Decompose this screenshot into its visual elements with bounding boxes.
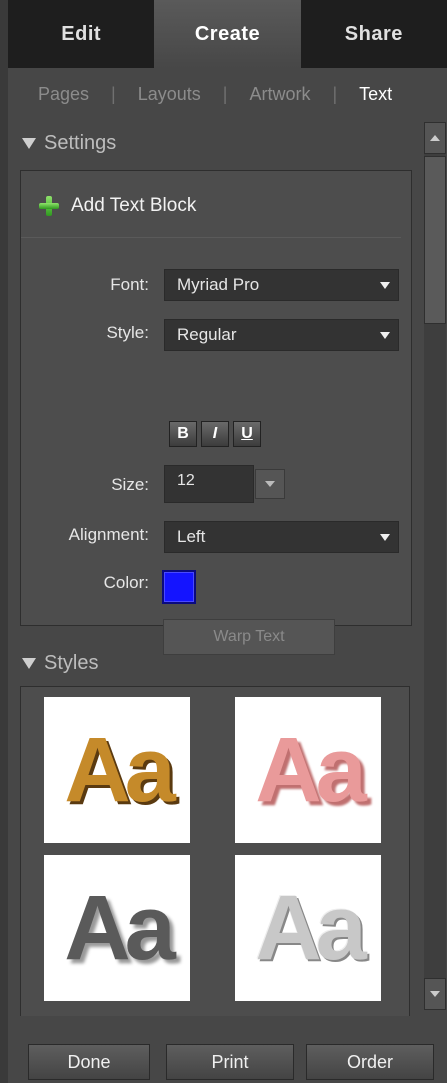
tab-share[interactable]: Share xyxy=(301,0,447,68)
scroll-down-button[interactable] xyxy=(424,978,446,1010)
bottom-bar: Done Print Order xyxy=(8,1016,447,1083)
font-dropdown[interactable]: Myriad Pro xyxy=(164,269,399,301)
settings-panel: Add Text Block Font: Myriad Pro Style: R… xyxy=(20,170,412,655)
top-tab-bar: Edit Create Share xyxy=(8,0,447,68)
order-button[interactable]: Order xyxy=(306,1044,434,1080)
warp-text-button[interactable]: Warp Text xyxy=(163,619,335,655)
main-panel: Settings Add Text Block Font: Myriad Pro… xyxy=(8,120,447,1083)
style-thumbnail-pink[interactable]: Aa xyxy=(235,697,381,843)
underline-button[interactable]: U xyxy=(233,421,261,447)
scrollbar-thumb[interactable] xyxy=(424,156,446,324)
add-text-block-button[interactable]: Add Text Block xyxy=(39,195,196,217)
subtab-separator: | xyxy=(222,83,228,104)
settings-header-label: Settings xyxy=(44,132,117,154)
plus-icon xyxy=(39,196,59,216)
italic-button[interactable]: I xyxy=(201,421,229,447)
style-value: Regular xyxy=(177,325,237,344)
subtab-text[interactable]: Text xyxy=(359,84,392,105)
chevron-down-icon xyxy=(265,481,275,487)
size-dropdown-button[interactable] xyxy=(255,469,285,499)
size-input[interactable]: 12 xyxy=(164,465,254,503)
style-thumbnail-leopard[interactable]: Aa xyxy=(44,697,190,843)
font-label: Font: xyxy=(110,275,149,294)
style-sample-text: Aa xyxy=(64,719,176,821)
style-sample-text: Aa xyxy=(255,877,367,979)
subtab-separator: | xyxy=(332,83,338,104)
collapse-triangle-icon xyxy=(22,658,36,669)
settings-header[interactable]: Settings xyxy=(22,132,116,155)
color-swatch[interactable] xyxy=(162,570,196,604)
style-thumbnail-chrome[interactable]: Aa xyxy=(235,855,381,1001)
chevron-down-icon xyxy=(372,522,398,552)
styles-header-label: Styles xyxy=(44,652,99,674)
style-sample-text: Aa xyxy=(64,877,176,979)
subtab-separator: | xyxy=(111,83,116,104)
arrow-up-icon xyxy=(430,135,440,141)
collapse-triangle-icon xyxy=(22,138,36,149)
done-button[interactable]: Done xyxy=(28,1044,150,1080)
add-text-block-label: Add Text Block xyxy=(71,195,197,216)
font-value: Myriad Pro xyxy=(177,275,260,294)
arrow-down-icon xyxy=(430,991,440,997)
subtab-layouts[interactable]: Layouts xyxy=(138,84,201,105)
scroll-up-button[interactable] xyxy=(424,122,446,154)
alignment-value: Left xyxy=(177,527,206,546)
bold-button[interactable]: B xyxy=(169,421,197,447)
subtab-artwork[interactable]: Artwork xyxy=(249,84,310,105)
style-dropdown[interactable]: Regular xyxy=(164,319,399,351)
alignment-dropdown[interactable]: Left xyxy=(164,521,399,553)
subtab-pages[interactable]: Pages xyxy=(38,84,89,105)
styles-header[interactable]: Styles xyxy=(22,652,98,675)
chevron-down-icon xyxy=(372,270,398,300)
alignment-label: Alignment: xyxy=(68,525,149,544)
tab-edit[interactable]: Edit xyxy=(8,0,154,68)
chevron-down-icon xyxy=(372,320,398,350)
print-button[interactable]: Print xyxy=(166,1044,294,1080)
divider xyxy=(21,237,401,238)
size-label: Size: xyxy=(111,475,149,494)
tab-create[interactable]: Create xyxy=(154,0,301,68)
style-label: Style: xyxy=(106,323,149,342)
color-label: Color: xyxy=(103,573,149,592)
sub-tab-bar: Pages | Layouts | Artwork | Text xyxy=(8,68,447,120)
style-sample-text: Aa xyxy=(255,719,367,821)
style-thumbnail-zebra[interactable]: Aa xyxy=(44,855,190,1001)
